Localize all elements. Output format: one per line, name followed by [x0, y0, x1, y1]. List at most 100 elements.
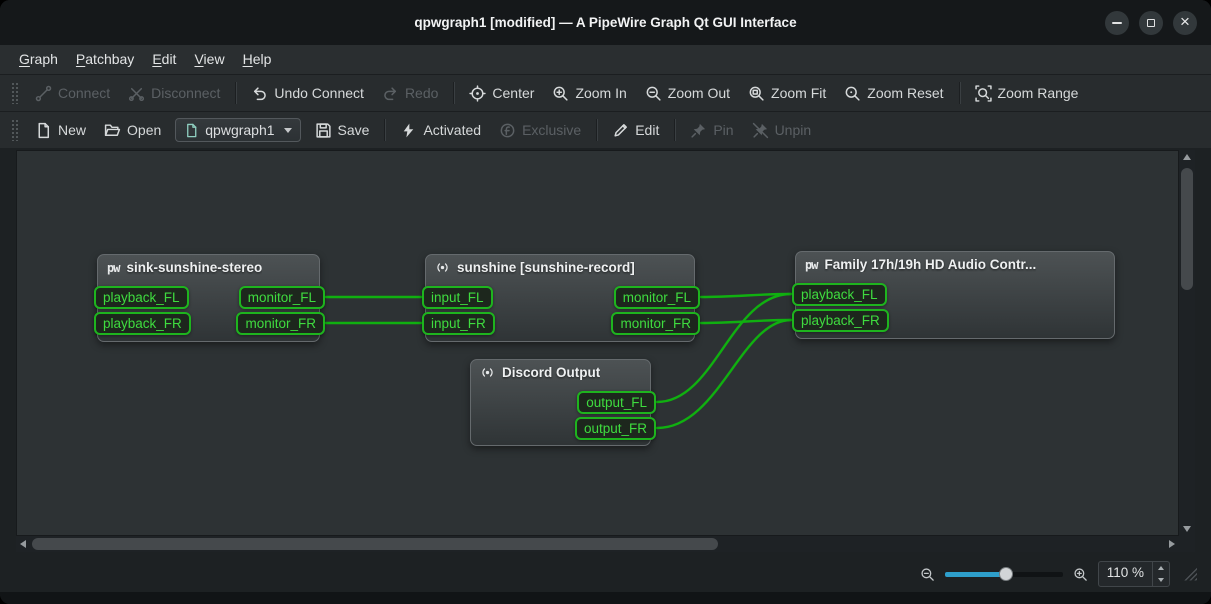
new-file-icon — [35, 122, 52, 139]
zoom-slider-fill — [945, 572, 1006, 577]
port-playback-fl[interactable]: playback_FL — [792, 283, 887, 306]
toolbar-drag-handle[interactable] — [11, 82, 18, 104]
unpin-icon — [752, 122, 769, 139]
zoom-slider[interactable] — [945, 572, 1063, 577]
node-header: sunshine [sunshine-record] — [426, 255, 694, 280]
menu-edit[interactable]: Edit — [143, 45, 185, 74]
save-icon — [315, 122, 332, 139]
window-bottom-edge — [0, 592, 1211, 604]
resize-grip[interactable] — [1184, 568, 1197, 581]
horizontal-scrollbar[interactable] — [16, 536, 1179, 552]
toolbar-separator — [674, 119, 675, 141]
vertical-scrollbar[interactable] — [1179, 150, 1195, 536]
stream-icon — [435, 260, 450, 275]
new-button[interactable]: New — [27, 118, 94, 143]
node-header: pw sink-sunshine-stereo — [98, 255, 319, 280]
disconnect-button[interactable]: Disconnect — [120, 81, 228, 106]
zoom-range-icon — [975, 85, 992, 102]
zoom-in-icon — [1073, 567, 1088, 582]
horizontal-scrollbar-thumb[interactable] — [32, 538, 718, 550]
exclusive-icon — [499, 122, 516, 139]
zoom-reset-button[interactable]: Zoom Reset — [836, 81, 951, 106]
port-output-fl[interactable]: output_FL — [577, 391, 656, 414]
port-monitor-fr[interactable]: monitor_FR — [236, 312, 325, 335]
zoom-fit-label: Zoom Fit — [771, 85, 826, 101]
patchbay-file-icon — [184, 123, 199, 138]
menu-help[interactable]: Help — [234, 45, 281, 74]
zoom-slider-handle[interactable] — [999, 567, 1013, 581]
toolbar-drag-handle[interactable] — [11, 119, 18, 141]
activated-button[interactable]: Activated — [392, 118, 489, 143]
undo-connect-label: Undo Connect — [274, 85, 364, 101]
zoom-out-label: Zoom Out — [668, 85, 730, 101]
zoom-in-label: Zoom In — [575, 85, 626, 101]
scrollbar-corner — [1179, 536, 1195, 552]
port-playback-fl[interactable]: playback_FL — [94, 286, 189, 309]
window-title: qpwgraph1 [modified] — A PipeWire Graph … — [0, 15, 1211, 30]
undo-connect-button[interactable]: Undo Connect — [243, 81, 372, 106]
zoom-range-button[interactable]: Zoom Range — [967, 81, 1087, 106]
port-monitor-fr[interactable]: monitor_FR — [611, 312, 700, 335]
menu-patchbay[interactable]: Patchbay — [67, 45, 143, 74]
port-output-fr[interactable]: output_FR — [575, 417, 656, 440]
maximize-button[interactable] — [1139, 11, 1163, 35]
save-button[interactable]: Save — [307, 118, 378, 143]
port-playback-fr[interactable]: playback_FR — [94, 312, 191, 335]
graph-canvas[interactable]: pw sink-sunshine-stereo playback_FL play… — [16, 150, 1179, 536]
port-playback-fr[interactable]: playback_FR — [792, 309, 889, 332]
port-input-fl[interactable]: input_FL — [422, 286, 493, 309]
pipewire-icon: pw — [805, 258, 817, 272]
titlebar[interactable]: qpwgraph1 [modified] — A PipeWire Graph … — [0, 0, 1211, 45]
scroll-left-arrow-icon[interactable] — [20, 540, 26, 548]
node-header: Discord Output — [471, 360, 650, 385]
node-header: pw Family 17h/19h HD Audio Contr... — [796, 252, 1114, 277]
toolbar-separator — [235, 82, 236, 104]
spin-up-button[interactable] — [1153, 562, 1169, 574]
unpin-button[interactable]: Unpin — [744, 118, 820, 143]
zoom-in-icon — [552, 85, 569, 102]
node-title: sink-sunshine-stereo — [126, 260, 262, 275]
zoom-in-button[interactable]: Zoom In — [544, 81, 634, 106]
redo-button[interactable]: Redo — [374, 81, 446, 106]
spin-down-button[interactable] — [1153, 574, 1169, 586]
open-button[interactable]: Open — [96, 118, 169, 143]
edit-button[interactable]: Edit — [604, 118, 667, 143]
activated-bolt-icon — [400, 122, 417, 139]
connect-button[interactable]: Connect — [27, 81, 118, 106]
zoom-reset-label: Zoom Reset — [867, 85, 943, 101]
minimize-button[interactable] — [1105, 11, 1129, 35]
zoom-out-button[interactable]: Zoom Out — [637, 81, 738, 106]
node-sunshine-record[interactable]: sunshine [sunshine-record] input_FL inpu… — [425, 254, 695, 342]
patchbay-select-value: qpwgraph1 — [205, 122, 274, 138]
exclusive-button[interactable]: Exclusive — [491, 118, 589, 143]
stream-icon — [480, 365, 495, 380]
node-discord-output[interactable]: Discord Output output_FL output_FR — [470, 359, 651, 446]
connections-layer — [17, 151, 1178, 535]
port-input-fr[interactable]: input_FR — [422, 312, 495, 335]
patchbay-select[interactable]: qpwgraph1 — [175, 118, 300, 142]
zoom-fit-button[interactable]: Zoom Fit — [740, 81, 834, 106]
save-label: Save — [338, 122, 370, 138]
zoom-spinbox[interactable]: 110 % — [1098, 561, 1170, 587]
center-icon — [469, 85, 486, 102]
scroll-down-arrow-icon[interactable] — [1183, 526, 1191, 532]
menu-view[interactable]: View — [185, 45, 233, 74]
down-arrow-icon — [1158, 578, 1164, 582]
node-family-hd-audio[interactable]: pw Family 17h/19h HD Audio Contr... play… — [795, 251, 1115, 339]
close-button[interactable]: × — [1173, 11, 1197, 35]
vertical-scrollbar-thumb[interactable] — [1181, 168, 1193, 290]
pin-button[interactable]: Pin — [682, 118, 741, 143]
patchbay-toolbar: New Open qpwgraph1 Save Activated Exclus… — [0, 111, 1211, 148]
center-label: Center — [492, 85, 534, 101]
node-sink-sunshine-stereo[interactable]: pw sink-sunshine-stereo playback_FL play… — [97, 254, 320, 342]
center-button[interactable]: Center — [461, 81, 542, 106]
up-arrow-icon — [1158, 566, 1164, 570]
scroll-up-arrow-icon[interactable] — [1183, 154, 1191, 160]
disconnect-icon — [128, 85, 145, 102]
scroll-right-arrow-icon[interactable] — [1169, 540, 1175, 548]
graph-toolbar: Connect Disconnect Undo Connect Redo Cen… — [0, 74, 1211, 111]
zoom-out-icon — [920, 567, 935, 582]
port-monitor-fl[interactable]: monitor_FL — [614, 286, 700, 309]
port-monitor-fl[interactable]: monitor_FL — [239, 286, 325, 309]
menu-graph[interactable]: Graph — [10, 45, 67, 74]
